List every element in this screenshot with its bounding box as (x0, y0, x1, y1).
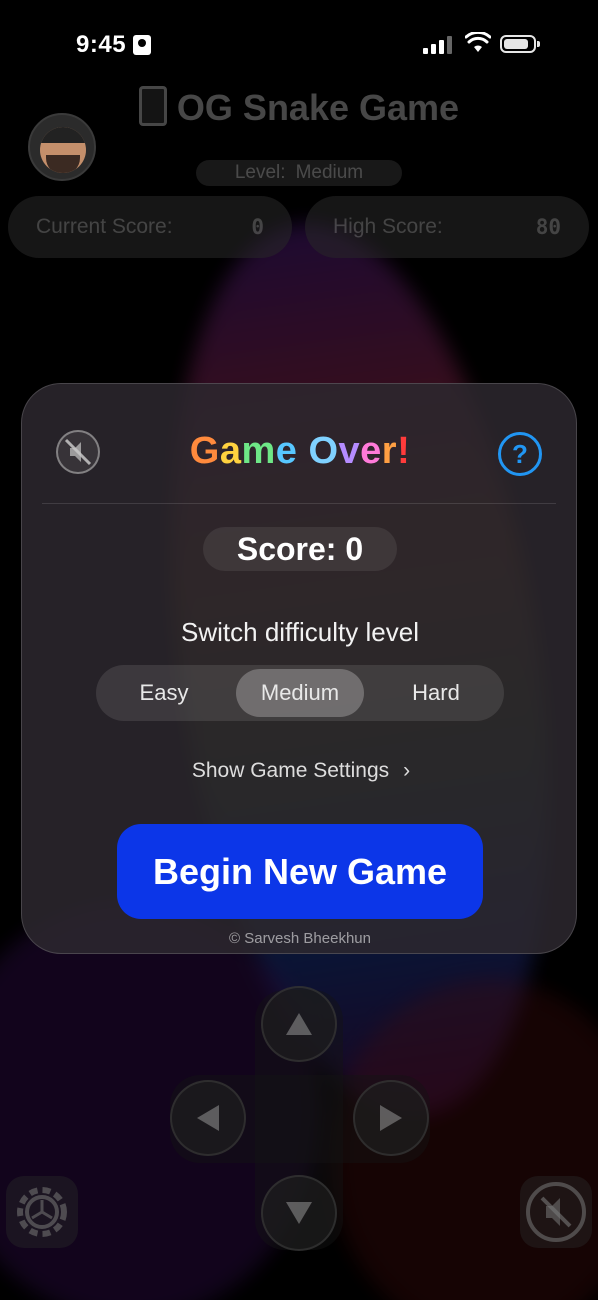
title-letter (297, 430, 308, 473)
cellular-signal-icon (423, 34, 455, 54)
game-title: OG Snake Game (0, 86, 598, 129)
title-letter: r (381, 430, 398, 472)
chevron-right-icon: › (403, 759, 411, 782)
difficulty-hard-option[interactable]: Hard (372, 669, 500, 717)
title-letter: v (338, 430, 361, 472)
sound-off-icon (526, 1182, 586, 1242)
high-score-card: High Score: 80 (305, 196, 589, 258)
status-time: 9:45 (76, 31, 127, 58)
high-score-label: High Score: (333, 215, 443, 238)
wifi-icon (465, 32, 491, 52)
begin-new-game-button[interactable]: Begin New Game (117, 824, 483, 919)
arrow-up-icon (286, 1013, 312, 1035)
difficulty-label: Switch difficulty level (181, 617, 419, 647)
final-score: Score: 0 (203, 527, 397, 571)
level-value: Medium (295, 162, 364, 183)
dpad-left-button[interactable] (170, 1080, 246, 1156)
difficulty-easy-option[interactable]: Easy (100, 669, 228, 717)
arrow-down-icon (286, 1202, 312, 1224)
title-letter: G (189, 430, 220, 472)
help-button[interactable]: ? (498, 432, 542, 476)
help-icon: ? (512, 439, 528, 469)
title-letter: a (219, 430, 242, 472)
difficulty-medium-option[interactable]: Medium (236, 669, 364, 717)
contact-card-icon (133, 35, 151, 55)
title-letter: O (308, 430, 339, 472)
status-bar: 9:45 (0, 0, 598, 90)
dpad-right-button[interactable] (353, 1080, 429, 1156)
sound-button[interactable] (520, 1176, 592, 1248)
dpad-up-button[interactable] (261, 986, 337, 1062)
high-score-value: 80 (535, 215, 561, 239)
game-over-title: Game Over! (22, 430, 578, 473)
title-letter: e (360, 430, 382, 472)
current-score-label: Current Score: (36, 215, 173, 238)
arrow-left-icon (197, 1105, 219, 1131)
game-title-text: OG Snake Game (176, 87, 460, 128)
divider (42, 503, 556, 504)
arrow-right-icon (380, 1105, 402, 1131)
title-letter: ! (397, 430, 411, 472)
title-letter: m (241, 430, 276, 472)
battery-icon (500, 35, 540, 53)
copyright-footer: © Sarvesh Bheekhun (229, 930, 371, 947)
settings-link-label: Show Game Settings (191, 759, 390, 782)
avatar[interactable] (28, 113, 96, 181)
game-over-dialog: Game Over! ? Score: 0 Switch difficulty … (21, 383, 577, 954)
level-label: Level: (234, 162, 286, 183)
level-indicator: Level: Medium (196, 160, 402, 186)
show-game-settings-link[interactable]: Show Game Settings › (163, 749, 439, 793)
settings-gear-icon (17, 1187, 67, 1237)
current-score-value: 0 (251, 215, 264, 239)
title-letter: e (275, 430, 298, 472)
settings-button[interactable] (6, 1176, 78, 1248)
current-score-card: Current Score: 0 (8, 196, 292, 258)
dpad-down-button[interactable] (261, 1175, 337, 1251)
difficulty-segmented-control: Easy Medium Hard (96, 665, 504, 721)
phone-icon (138, 86, 167, 126)
